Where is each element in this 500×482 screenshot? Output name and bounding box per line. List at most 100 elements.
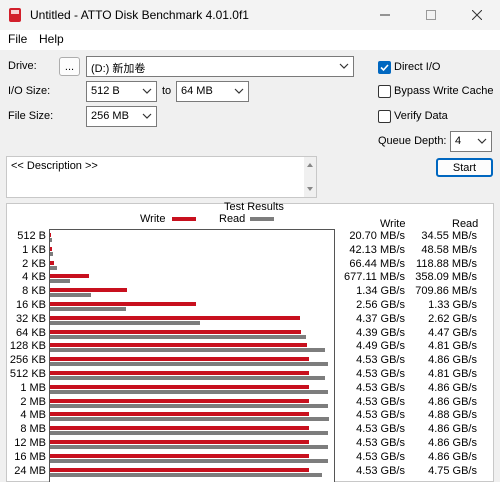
write-bar — [50, 260, 54, 265]
read-value: 48.58 MB/s — [421, 243, 477, 256]
io-size-row-label: 16 MB — [14, 450, 46, 463]
write-bar — [50, 233, 52, 237]
read-value: 4.81 GB/s — [428, 368, 477, 380]
file-size-value: 256 MB — [91, 110, 129, 122]
io-size-from-select[interactable]: 512 B — [86, 81, 157, 102]
read-bar — [50, 251, 53, 256]
write-bar — [50, 426, 310, 431]
write-bar — [50, 246, 53, 251]
read-value: 709.86 MB/s — [415, 285, 477, 298]
read-bar — [50, 265, 57, 270]
description-box[interactable]: << Description >> — [6, 156, 317, 198]
direct-io-checkbox[interactable] — [378, 61, 391, 74]
io-size-row-label: 512 B — [17, 230, 46, 242]
bypass-write-cache-checkbox[interactable] — [378, 85, 391, 98]
drive-select[interactable]: (D:) 新加卷 — [86, 56, 354, 77]
write-column-header: Write — [380, 218, 406, 230]
read-value: 4.86 GB/s — [428, 395, 477, 408]
queue-depth-value: 4 — [455, 135, 462, 147]
close-button[interactable] — [454, 0, 500, 30]
read-bar — [50, 279, 71, 284]
app-icon — [9, 8, 21, 22]
menu-help[interactable]: Help — [39, 32, 64, 46]
to-label: to — [162, 85, 172, 97]
write-bar — [50, 302, 197, 306]
read-value: 4.86 GB/s — [428, 381, 477, 394]
io-size-label: I/O Size: — [8, 85, 51, 97]
write-bar — [50, 288, 127, 293]
browse-button[interactable]: ... — [59, 57, 80, 76]
io-size-row-label: 4 KB — [22, 271, 46, 284]
io-size-to-select[interactable]: 64 MB — [176, 81, 249, 102]
verify-data-label[interactable]: Verify Data — [394, 110, 448, 122]
read-value: 4.86 GB/s — [428, 450, 477, 463]
io-size-row-label: 128 KB — [9, 340, 46, 353]
read-value: 4.88 GB/s — [428, 409, 477, 422]
verify-data-checkbox[interactable] — [378, 110, 391, 123]
legend-write-swatch — [172, 217, 196, 221]
drive-select-value: (D:) 新加卷 — [91, 63, 146, 75]
io-size-row-label: 16 KB — [16, 299, 46, 311]
write-bar — [50, 371, 310, 375]
read-bar — [50, 362, 328, 367]
read-bar — [50, 320, 200, 325]
read-bar — [50, 348, 326, 353]
read-value: 4.81 GB/s — [428, 340, 477, 353]
minimize-button[interactable] — [362, 0, 408, 30]
queue-depth-select[interactable]: 4 — [450, 131, 492, 152]
io-size-row-label: 64 KB — [16, 326, 46, 339]
io-size-row-label: 256 KB — [9, 354, 46, 367]
drive-label: Drive: — [8, 60, 37, 72]
bypass-write-cache-label[interactable]: Bypass Write Cache — [394, 85, 493, 97]
io-size-row-label: 8 MB — [20, 423, 46, 436]
read-value: 4.86 GB/s — [428, 423, 477, 436]
scroll-down-icon — [307, 187, 313, 191]
description-text: << Description >> — [11, 160, 98, 172]
read-bar — [50, 403, 328, 408]
write-bar — [50, 357, 310, 362]
io-size-row-label: 2 MB — [20, 395, 46, 408]
read-column-header: Read — [452, 218, 479, 230]
read-bar — [50, 376, 326, 380]
window-title: Untitled - ATTO Disk Benchmark 4.01.0f1 — [30, 8, 249, 22]
menu-file[interactable]: File — [8, 32, 27, 46]
read-bar — [50, 445, 328, 449]
write-bar — [50, 412, 310, 417]
read-bar — [50, 334, 306, 339]
read-bar — [50, 472, 322, 477]
read-value: 34.55 MB/s — [421, 230, 477, 242]
start-button[interactable]: Start — [436, 158, 493, 177]
legend-read-swatch — [250, 217, 274, 221]
io-size-from-value: 512 B — [91, 85, 120, 97]
read-bar — [50, 307, 127, 311]
io-size-row-label: 1 KB — [22, 243, 46, 256]
io-size-row-label: 8 KB — [22, 285, 46, 298]
description-scrollbar[interactable] — [304, 157, 316, 197]
chevron-down-icon — [339, 63, 349, 69]
write-bar — [50, 343, 307, 348]
read-value: 4.47 GB/s — [428, 326, 477, 339]
maximize-button[interactable] — [408, 0, 454, 30]
io-size-to-value: 64 MB — [181, 85, 213, 97]
chevron-down-icon — [142, 88, 152, 94]
io-size-row-label: 1 MB — [20, 381, 46, 394]
read-value: 1.33 GB/s — [428, 299, 477, 311]
maximize-icon — [426, 10, 436, 20]
io-size-row-label: 4 MB — [20, 409, 46, 422]
direct-io-label[interactable]: Direct I/O — [394, 61, 440, 73]
read-bar — [50, 417, 330, 422]
write-bar — [50, 274, 89, 279]
read-value: 4.75 GB/s — [428, 464, 477, 477]
menu-bar — [0, 30, 500, 50]
minimize-icon — [380, 14, 390, 16]
write-bar — [50, 440, 310, 444]
legend-read-label: Read — [219, 213, 246, 225]
queue-depth-label: Queue Depth: — [378, 135, 447, 147]
results-title: Test Results — [224, 201, 284, 213]
scroll-up-icon — [307, 163, 313, 167]
checkmark-icon — [380, 64, 389, 72]
file-size-select[interactable]: 256 MB — [86, 106, 157, 127]
io-size-row-label: 2 KB — [22, 257, 46, 270]
write-bar — [50, 467, 310, 472]
chevron-down-icon — [142, 113, 152, 119]
